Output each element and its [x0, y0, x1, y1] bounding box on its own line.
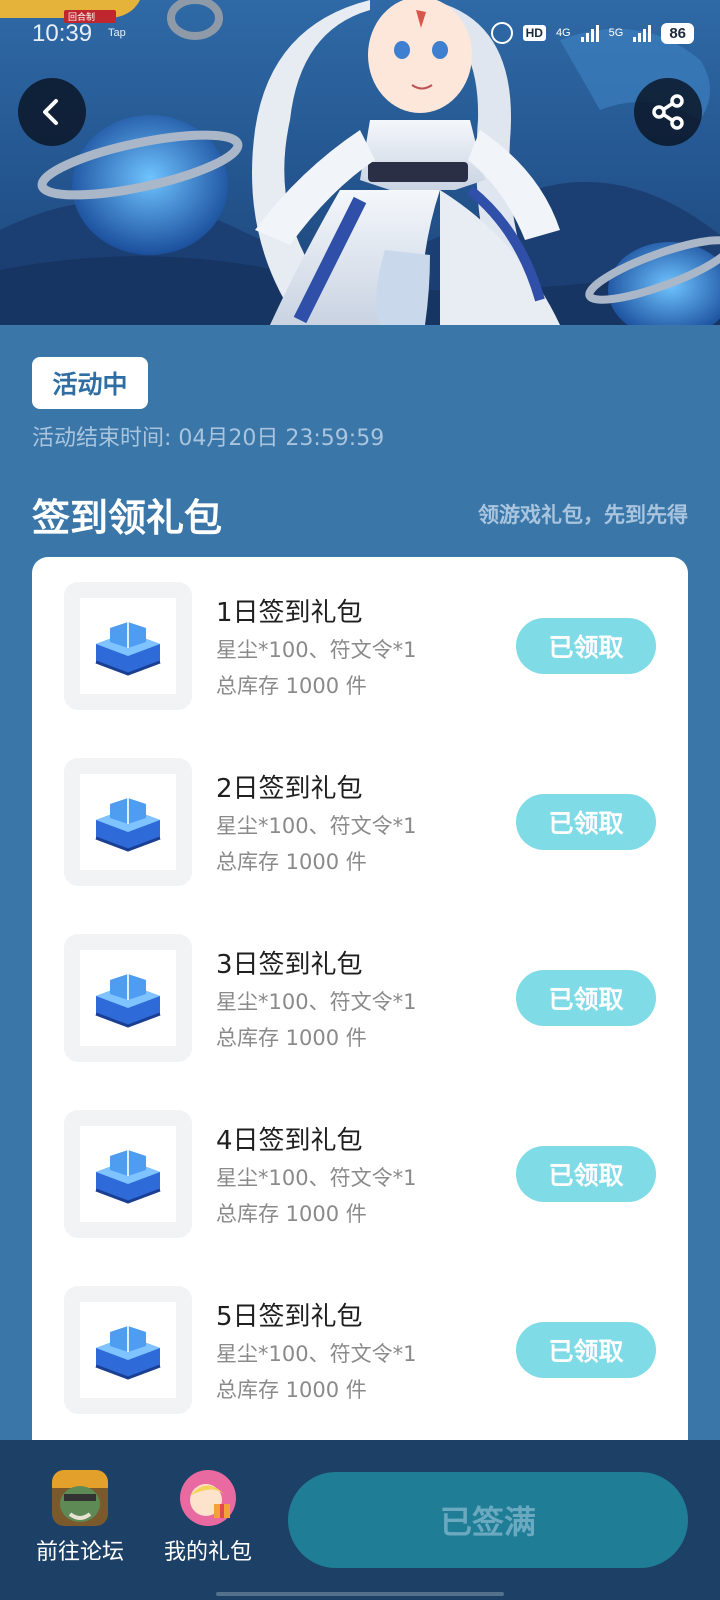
- gift-stock: 总库存 1000 件: [216, 1378, 367, 1402]
- gift-contents: 星尘*100、符文令*1: [216, 638, 417, 662]
- gift-item-3: 3日签到礼包 星尘*100、符文令*1 总库存 1000 件 已领取: [32, 934, 688, 1064]
- gift-stock: 总库存 1000 件: [216, 1026, 367, 1050]
- forum-label: 前往论坛: [35, 1540, 124, 1565]
- forum-link[interactable]: 前往论坛: [25, 1470, 135, 1570]
- status-tag: Tap: [108, 27, 126, 39]
- gift-contents: 星尘*100、符文令*1: [216, 1342, 417, 1366]
- hero-banner: 回合制 10:39 Tap HD 4G 5G 86: [0, 0, 720, 325]
- bottom-bar: 前往论坛 我的礼包 已签满: [0, 1440, 720, 1600]
- gift-stock: 总库存 1000 件: [216, 1202, 367, 1226]
- activity-status-badge: 活动中: [32, 357, 148, 409]
- gift-contents: 星尘*100、符文令*1: [216, 990, 417, 1014]
- gift-thumbnail: [64, 758, 192, 886]
- gift-item-4: 4日签到礼包 星尘*100、符文令*1 总库存 1000 件 已领取: [32, 1110, 688, 1240]
- alarm-icon: [490, 22, 513, 44]
- back-button[interactable]: [18, 78, 86, 146]
- gift-contents: 星尘*100、符文令*1: [216, 814, 417, 838]
- gift-thumbnail: [64, 1286, 192, 1414]
- section-title: 签到领礼包: [32, 496, 223, 540]
- gift-name: 3日签到礼包: [216, 950, 363, 980]
- status-icons: HD 4G 5G 86: [490, 22, 694, 44]
- gift-thumbnail: [64, 1110, 192, 1238]
- claimed-button[interactable]: 已领取: [516, 970, 656, 1026]
- gift-chest-icon: [95, 798, 161, 852]
- game-app-icon: [52, 1470, 108, 1526]
- network-4g-icon: 4G: [555, 26, 571, 39]
- status-time: 10:39: [32, 20, 93, 47]
- gift-thumbnail: [64, 934, 192, 1062]
- status-bar: 10:39 Tap HD 4G 5G 86: [0, 0, 720, 70]
- gift-name: 4日签到礼包: [216, 1126, 363, 1156]
- hd-icon: HD: [522, 25, 546, 41]
- battery-icon: 86: [661, 22, 694, 44]
- share-button[interactable]: [634, 78, 702, 146]
- home-indicator: [216, 1592, 504, 1596]
- my-gifts-link[interactable]: 我的礼包: [153, 1470, 263, 1570]
- signin-complete-button[interactable]: 已签满: [288, 1472, 688, 1568]
- gift-name: 2日签到礼包: [216, 774, 363, 804]
- network-5g-icon: 5G: [608, 26, 624, 39]
- gift-chest-icon: [95, 1150, 161, 1204]
- gift-name: 5日签到礼包: [216, 1302, 363, 1332]
- gift-chest-icon: [95, 1326, 161, 1380]
- gift-list: 1日签到礼包 星尘*100、符文令*1 总库存 1000 件 已领取 2日签到礼…: [32, 557, 688, 1457]
- claimed-button[interactable]: 已领取: [516, 618, 656, 674]
- gift-stock: 总库存 1000 件: [216, 850, 367, 874]
- gift-chest-icon: [95, 622, 161, 676]
- claimed-button[interactable]: 已领取: [516, 1322, 656, 1378]
- gift-name: 1日签到礼包: [216, 598, 363, 628]
- claimed-button[interactable]: 已领取: [516, 1146, 656, 1202]
- share-icon: [652, 94, 684, 130]
- claimed-button[interactable]: 已领取: [516, 794, 656, 850]
- signal-icon-2: [633, 24, 652, 42]
- chevron-left-icon: [43, 99, 58, 125]
- my-gifts-label: 我的礼包: [163, 1540, 252, 1565]
- gift-contents: 星尘*100、符文令*1: [216, 1166, 417, 1190]
- gift-avatar-icon: [180, 1470, 236, 1526]
- signal-icon: [580, 24, 599, 42]
- gift-item-1: 1日签到礼包 星尘*100、符文令*1 总库存 1000 件 已领取: [32, 582, 688, 712]
- activity-end-time: 活动结束时间: 04月20日 23:59:59: [32, 426, 385, 451]
- gift-stock: 总库存 1000 件: [216, 674, 367, 698]
- section-subtitle: 领游戏礼包，先到先得: [478, 503, 688, 527]
- gift-item-2: 2日签到礼包 星尘*100、符文令*1 总库存 1000 件 已领取: [32, 758, 688, 888]
- gift-item-5: 5日签到礼包 星尘*100、符文令*1 总库存 1000 件 已领取: [32, 1286, 688, 1416]
- gift-thumbnail: [64, 582, 192, 710]
- gift-chest-icon: [95, 974, 161, 1028]
